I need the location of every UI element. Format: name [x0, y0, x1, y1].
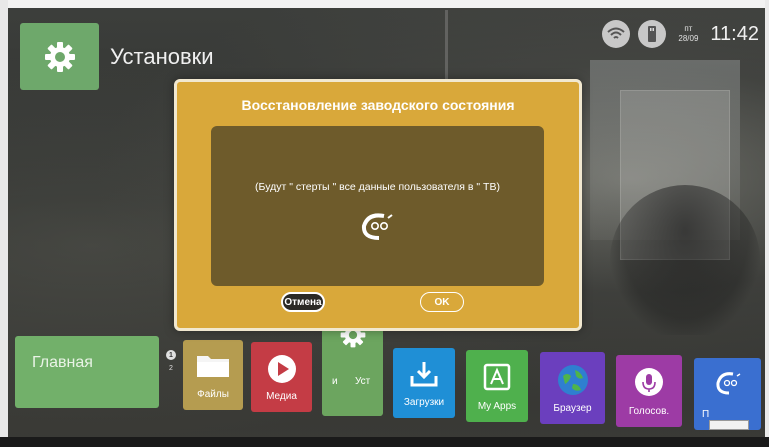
brand-logo-icon [361, 213, 393, 240]
dialog-message-panel: (Будут " стерты " все данные пользовател… [211, 126, 544, 286]
dialog-title: Восстановление заводского состояния [241, 97, 515, 113]
clock: 11:42 [710, 22, 759, 45]
tile-home-label: Главная [32, 354, 93, 371]
folder-icon [197, 356, 229, 377]
date: пт 28/09 [678, 24, 698, 44]
date-text: 28/09 [678, 34, 699, 43]
tile-settings-label-left: и [332, 376, 338, 387]
tile-settings-label-right: Уст [355, 376, 371, 387]
gear-icon [44, 41, 75, 72]
tile-downloads[interactable]: Загрузки [393, 348, 455, 418]
globe-icon [557, 365, 588, 395]
ok-button[interactable]: OK [420, 292, 464, 312]
status-bar: пт 28/09 11:42 [602, 20, 759, 48]
wifi-status [602, 20, 631, 48]
tile-files[interactable]: Файлы [183, 340, 243, 410]
tile-tv-label: П [702, 409, 710, 420]
cancel-button[interactable]: Отмена [281, 292, 325, 312]
frame-left [0, 0, 8, 447]
factory-reset-dialog: Восстановление заводского состояния (Буд… [174, 79, 582, 331]
usb-icon [648, 26, 657, 42]
tv-screen: Установки пт 28/09 11:42 Главная 1 2 Фай… [0, 0, 769, 447]
apps-icon [483, 363, 511, 391]
tv-bezel [0, 437, 769, 447]
play-icon [267, 355, 296, 383]
tile-media[interactable]: Медиа [251, 342, 312, 412]
barcode-sticker [709, 420, 749, 430]
frame-right [765, 0, 769, 447]
tile-voice[interactable]: Голосов. [616, 355, 682, 427]
usb-status [638, 20, 667, 48]
tile-browser[interactable]: Браузер [540, 352, 605, 424]
tile-media-label: Медиа [266, 391, 297, 402]
tile-home[interactable]: Главная [15, 336, 159, 408]
reflection-person [610, 185, 760, 335]
weekday: пт [684, 24, 693, 33]
pager-next: 2 [169, 365, 173, 372]
settings-header-tile [20, 23, 99, 90]
page-title: Установки [110, 44, 214, 69]
download-icon [410, 362, 438, 387]
dialog-message: (Будут " стерты " все данные пользовател… [255, 181, 500, 193]
wifi-icon [607, 27, 626, 39]
tile-myapps-label: My Apps [477, 401, 517, 412]
brand-logo-icon [715, 372, 740, 395]
tile-browser-label: Браузер [553, 403, 592, 414]
tile-myapps[interactable]: My Apps [466, 350, 528, 422]
frame-top [0, 0, 769, 8]
tile-voice-label: Голосов. [628, 406, 670, 417]
tile-files-label: Файлы [197, 389, 229, 400]
tile-downloads-label: Загрузки [403, 397, 445, 408]
pager-current: 1 [166, 350, 176, 360]
pager: 1 2 [166, 350, 176, 372]
microphone-icon [635, 368, 663, 396]
